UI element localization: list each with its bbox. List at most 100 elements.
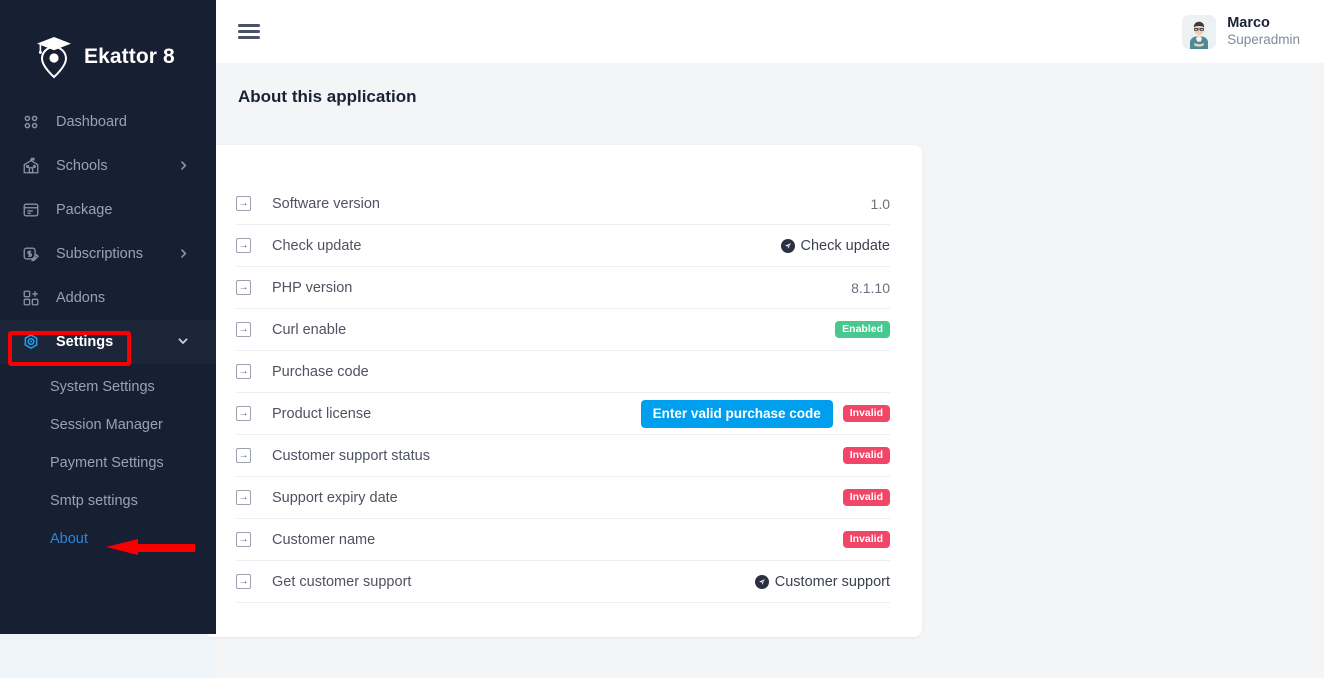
- hamburger-icon[interactable]: [238, 20, 260, 42]
- about-row: → Check update Check update: [236, 225, 890, 267]
- row-value: Invalid: [842, 530, 890, 549]
- status-badge: Invalid: [842, 404, 890, 423]
- row-value: Invalid: [842, 446, 890, 465]
- row-value: Invalid: [842, 488, 890, 507]
- about-row: → Curl enable Enabled: [236, 309, 890, 351]
- about-row: → Software version 1.0: [236, 183, 890, 225]
- arrow-in-box-icon: →: [236, 574, 251, 589]
- row-action-label: Check update: [800, 237, 890, 254]
- profile-menu[interactable]: Marco Superadmin: [1182, 14, 1300, 49]
- gear-icon: [20, 331, 42, 353]
- subnav-item-payment-settings[interactable]: Payment Settings: [0, 444, 216, 482]
- row-label: Purchase code: [272, 363, 369, 380]
- sidebar-bottom-strip: [0, 634, 216, 678]
- about-rows: → Software version 1.0 → Check update Check u…: [236, 183, 890, 603]
- subnav-item-label: Session Manager: [50, 417, 163, 433]
- row-action-link[interactable]: Check update: [780, 237, 890, 254]
- chevron-down-icon: [178, 333, 188, 351]
- chevron-right-icon: [179, 157, 188, 175]
- sidebar-item-label: Package: [56, 202, 113, 218]
- subnav-item-session-manager[interactable]: Session Manager: [0, 406, 216, 444]
- about-row: → Customer support status Invalid: [236, 435, 890, 477]
- subscription-icon: [20, 243, 42, 265]
- sidebar-item-label: Schools: [56, 158, 108, 174]
- arrow-in-box-icon: →: [236, 238, 251, 253]
- enter-purchase-code-button[interactable]: Enter valid purchase code: [640, 399, 833, 428]
- app-root: Ekattor 8 Dashboard Schools Package Subs…: [0, 0, 1324, 678]
- arrow-in-box-icon: →: [236, 448, 251, 463]
- settings-submenu: System Settings Session Manager Payment …: [0, 364, 216, 558]
- row-label: Support expiry date: [272, 489, 398, 506]
- brand[interactable]: Ekattor 8: [0, 0, 216, 84]
- hamburger-line: [238, 36, 260, 39]
- sidebar-nav: Dashboard Schools Package Subscriptions …: [0, 100, 216, 558]
- about-row: → PHP version 8.1.10: [236, 267, 890, 309]
- row-label: PHP version: [272, 279, 353, 296]
- row-label: Check update: [272, 237, 362, 254]
- page-title: About this application: [238, 87, 417, 106]
- row-value: Enter valid purchase code Invalid: [640, 399, 890, 428]
- sidebar-item-schools[interactable]: Schools: [0, 144, 216, 188]
- arrow-in-box-icon: →: [236, 196, 251, 211]
- profile-role: Superadmin: [1227, 32, 1300, 48]
- arrow-in-box-icon: →: [236, 280, 251, 295]
- about-card: → Software version 1.0 → Check update Check u…: [204, 145, 922, 637]
- sidebar-item-package[interactable]: Package: [0, 188, 216, 232]
- sidebar-item-dashboard[interactable]: Dashboard: [0, 100, 216, 144]
- package-card-icon: [20, 199, 42, 221]
- sidebar-item-label: Settings: [56, 334, 114, 350]
- row-action-link[interactable]: Customer support: [754, 573, 890, 590]
- row-value: 1.0: [871, 196, 890, 212]
- sidebar-item-subscriptions[interactable]: Subscriptions: [0, 232, 216, 276]
- avatar: [1182, 14, 1217, 49]
- subnav-item-about[interactable]: About: [0, 520, 216, 558]
- subnav-item-label: About: [50, 531, 88, 547]
- profile-text: Marco Superadmin: [1227, 14, 1300, 49]
- sidebar-item-label: Subscriptions: [56, 246, 144, 262]
- row-value: Customer support: [754, 573, 890, 590]
- row-label: Curl enable: [272, 321, 347, 338]
- subnav-item-system-settings[interactable]: System Settings: [0, 368, 216, 406]
- sidebar: Ekattor 8 Dashboard Schools Package Subs…: [0, 0, 216, 634]
- hamburger-line: [238, 24, 260, 27]
- send-icon: [754, 574, 769, 589]
- about-row: → Get customer support Customer support: [236, 561, 890, 603]
- sidebar-item-label: Addons: [56, 290, 106, 306]
- arrow-in-box-icon: →: [236, 406, 251, 421]
- chevron-right-icon: [179, 245, 188, 263]
- about-row: → Purchase code: [236, 351, 890, 393]
- sidebar-item-addons[interactable]: Addons: [0, 276, 216, 320]
- sidebar-item-settings[interactable]: Settings: [0, 320, 216, 364]
- hamburger-line: [238, 30, 260, 33]
- subnav-item-smtp-settings[interactable]: Smtp settings: [0, 482, 216, 520]
- row-label: Customer support status: [272, 447, 430, 464]
- row-value: Enabled: [835, 320, 890, 339]
- sidebar-item-label: Dashboard: [56, 114, 127, 130]
- row-action-label: Customer support: [774, 573, 890, 590]
- grid-dots-icon: [20, 111, 42, 133]
- arrow-in-box-icon: →: [236, 364, 251, 379]
- row-value-text: 8.1.10: [851, 279, 890, 296]
- row-label: Software version: [272, 195, 380, 212]
- status-badge: Enabled: [835, 320, 890, 339]
- row-value: Check update: [780, 237, 890, 254]
- graduation-cap-pin-logo: [34, 35, 74, 79]
- about-row: → Product license Enter valid purchase cod…: [236, 393, 890, 435]
- about-row: → Support expiry date Invalid: [236, 477, 890, 519]
- row-value: 8.1.10: [851, 280, 890, 296]
- grid-plus-icon: [20, 287, 42, 309]
- subnav-item-label: System Settings: [50, 379, 155, 395]
- about-row: → Customer name Invalid: [236, 519, 890, 561]
- row-label: Product license: [272, 405, 372, 422]
- school-icon: [20, 155, 42, 177]
- status-badge: Invalid: [842, 488, 890, 507]
- brand-name: Ekattor 8: [84, 45, 175, 68]
- topbar: Marco Superadmin: [216, 0, 1324, 63]
- subnav-item-label: Smtp settings: [50, 493, 138, 509]
- row-value-text: 1.0: [870, 195, 890, 212]
- status-badge: Invalid: [842, 530, 890, 549]
- row-label: Customer name: [272, 531, 376, 548]
- arrow-in-box-icon: →: [236, 490, 251, 505]
- row-label: Get customer support: [272, 573, 412, 590]
- profile-name: Marco: [1227, 15, 1270, 31]
